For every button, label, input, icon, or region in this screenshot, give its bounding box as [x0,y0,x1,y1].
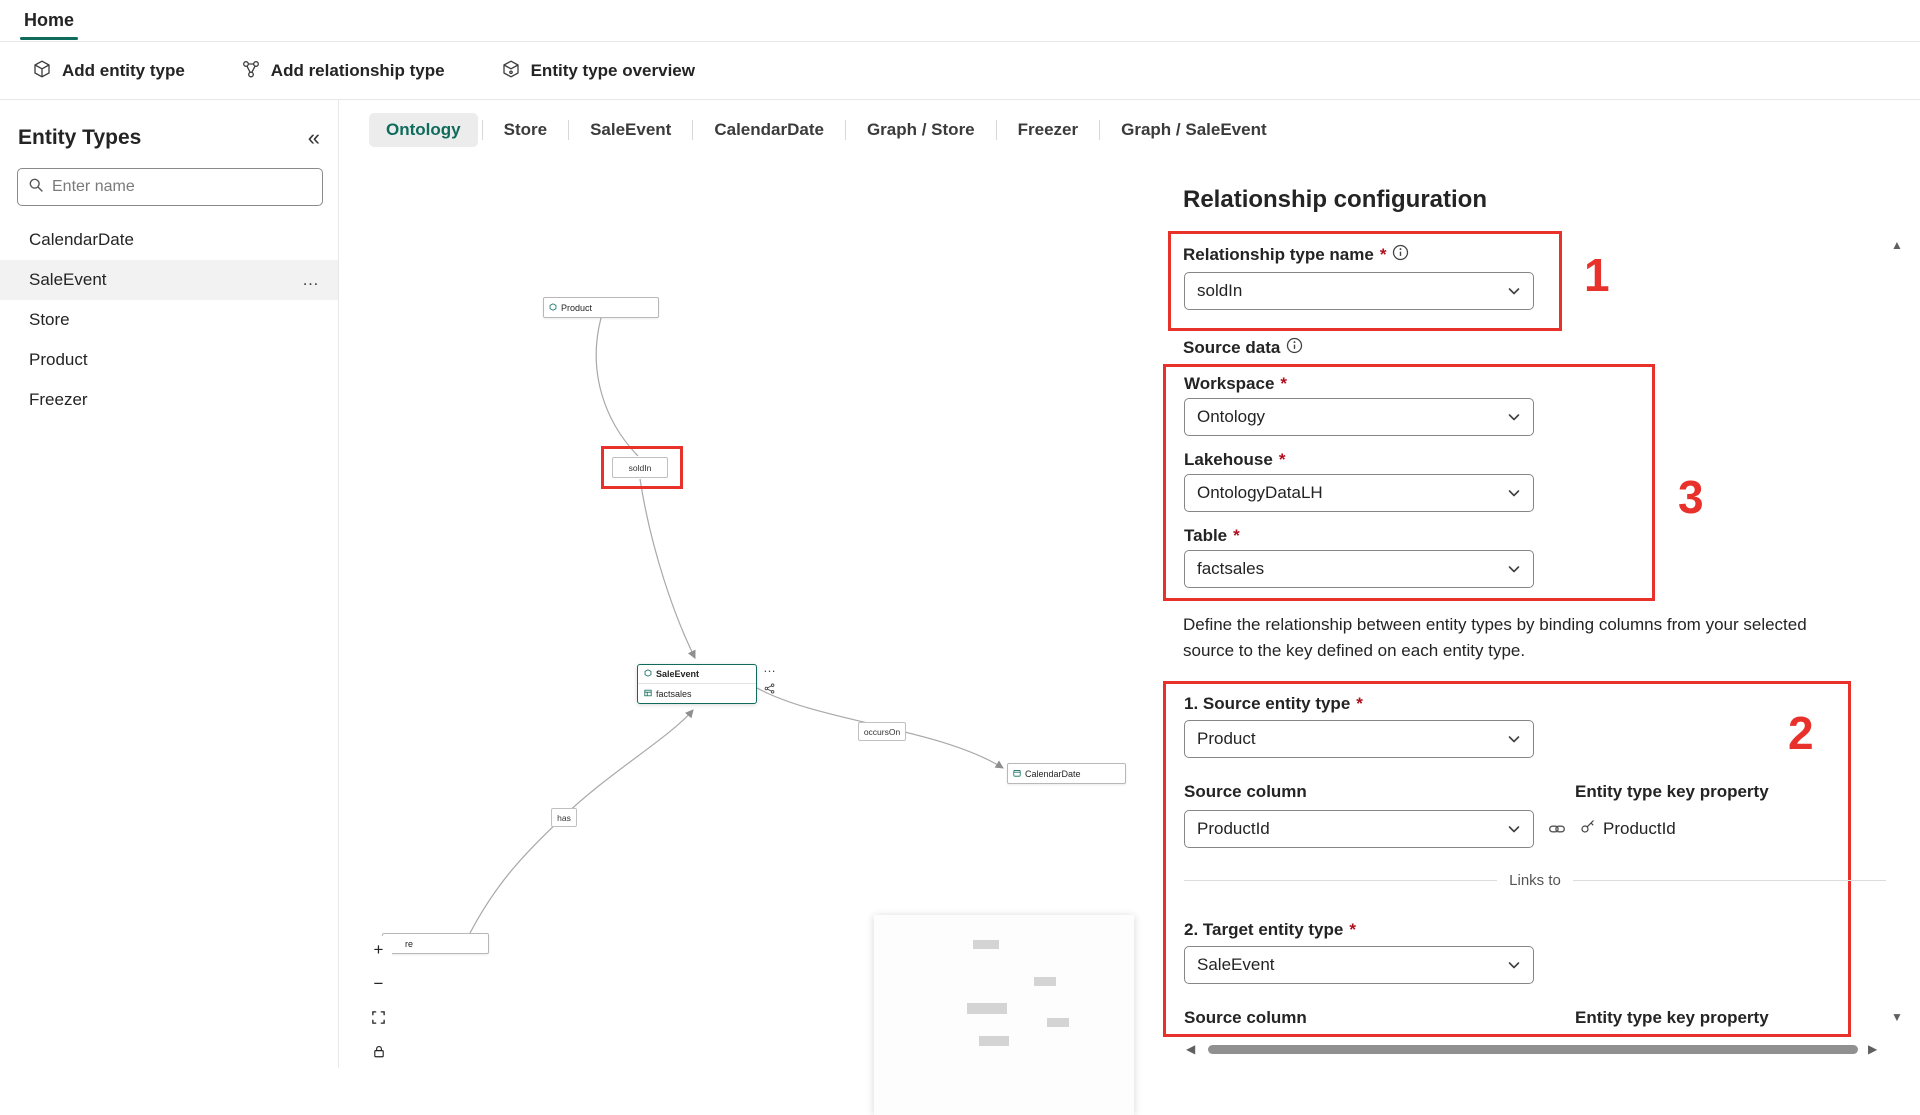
node-actions: … [763,663,776,699]
lakehouse-label: Lakehouse * [1184,450,1285,470]
search-input[interactable] [52,178,312,196]
table-dropdown[interactable]: factsales [1184,550,1534,588]
relationship-icon [241,59,261,84]
tab-graph-store[interactable]: Graph / Store [850,113,992,147]
link-icon [1548,820,1566,843]
minimap-node [979,1036,1009,1046]
node-calendardate[interactable]: CalendarDate [1007,763,1126,784]
source-data-label: Source data [1183,337,1303,359]
node-saleevent[interactable]: SaleEvent factsales [637,664,757,704]
entity-search-box[interactable] [17,168,323,206]
vertical-scroll-down-icon[interactable]: ▼ [1891,1010,1903,1024]
sidebar-item-product[interactable]: Product [0,340,338,380]
document-tabstrip: Ontology Store SaleEvent CalendarDate Gr… [339,100,1920,160]
minimap-node [967,1003,1007,1014]
cube-add-icon [32,59,52,84]
overview-icon [501,59,521,84]
source-entity-type-label: 1. Source entity type * [1184,694,1363,714]
lakehouse-dropdown[interactable]: OntologyDataLH [1184,474,1534,512]
sidebar-item-saleevent[interactable]: SaleEvent … [0,260,338,300]
chevron-down-icon [1507,486,1521,500]
add-relationship-type-button[interactable]: Add relationship type [241,59,445,84]
ribbon-toolbar: Add entity type Add relationship type En… [0,43,1920,100]
node-product[interactable]: Product [543,297,659,318]
entity-type-overview-label: Entity type overview [531,61,695,81]
tab-home[interactable]: Home [20,2,78,39]
source-entity-type-dropdown[interactable]: Product [1184,720,1534,758]
node-more-icon[interactable]: … [763,663,776,673]
minimap-node [1034,977,1056,986]
chevron-down-icon [1507,284,1521,298]
source-column-dropdown[interactable]: ProductId [1184,810,1534,848]
target-entity-type-dropdown[interactable]: SaleEvent [1184,946,1534,984]
more-options-icon[interactable]: … [302,270,320,290]
info-icon[interactable] [1392,244,1409,266]
tab-ontology[interactable]: Ontology [369,113,478,147]
info-icon[interactable] [1286,337,1303,359]
key-property-value: ProductId [1580,818,1676,839]
chevron-down-icon [1507,562,1521,576]
horizontal-scroll-right-icon[interactable]: ▶ [1868,1042,1877,1056]
canvas-minimap[interactable] [874,915,1134,1115]
chevron-down-icon [1507,958,1521,972]
annotation-number-3: 3 [1678,470,1704,524]
entity-type-list: CalendarDate SaleEvent … Store Product F… [0,220,338,420]
tab-saleevent[interactable]: SaleEvent [573,113,688,147]
relationship-type-dropdown[interactable]: soldIn [1184,272,1534,310]
minimap-node [973,940,999,949]
table-label: Table * [1184,526,1240,546]
workspace-label: Workspace * [1184,374,1287,394]
workspace-dropdown[interactable]: Ontology [1184,398,1534,436]
chevron-down-icon [1507,410,1521,424]
search-icon [28,177,44,198]
cube-icon [549,303,557,313]
horizontal-scroll-left-icon[interactable]: ◀ [1186,1042,1195,1056]
zoom-in-button[interactable]: + [365,936,392,963]
vertical-scroll-up-icon[interactable]: ▲ [1891,238,1903,252]
collapse-sidebar-icon[interactable]: « [308,127,320,149]
top-tab-bar: Home [0,0,1920,42]
cube-icon [644,669,652,679]
sidebar-item-calendardate[interactable]: CalendarDate [0,220,338,260]
node-partial[interactable]: re [382,933,489,954]
annotation-number-1: 1 [1584,248,1610,302]
add-relationship-type-label: Add relationship type [271,61,445,81]
source-column-label-2: Source column [1184,1008,1307,1028]
key-property-label: Entity type key property [1575,782,1769,802]
edge-label-soldin[interactable]: soldIn [612,457,668,478]
fit-to-screen-button[interactable] [365,1004,392,1031]
annotation-number-2: 2 [1788,706,1814,760]
table-icon [644,689,652,699]
tab-freezer[interactable]: Freezer [1001,113,1095,147]
tab-store[interactable]: Store [487,113,564,147]
entity-type-overview-button[interactable]: Entity type overview [501,59,695,84]
target-entity-type-label: 2. Target entity type * [1184,920,1356,940]
sidebar-title: Entity Types [18,126,141,150]
relationship-description: Define the relationship between entity t… [1183,612,1861,663]
source-column-label: Source column [1184,782,1307,802]
add-entity-type-button[interactable]: Add entity type [32,59,185,84]
canvas-zoom-controls: + − [365,936,392,1065]
chevron-down-icon [1507,822,1521,836]
relationship-type-name-label: Relationship type name * [1183,244,1409,266]
node-share-icon[interactable] [764,681,775,699]
calendar-icon [1013,769,1021,779]
horizontal-scrollbar-thumb[interactable] [1208,1045,1858,1054]
sidebar-item-freezer[interactable]: Freezer [0,380,338,420]
sidebar-item-store[interactable]: Store [0,300,338,340]
zoom-out-button[interactable]: − [365,970,392,997]
tab-calendardate[interactable]: CalendarDate [697,113,841,147]
links-to-divider: Links to [1184,872,1886,889]
lock-button[interactable] [365,1038,392,1065]
edge-label-occurson[interactable]: occursOn [858,722,906,741]
tab-graph-saleevent[interactable]: Graph / SaleEvent [1104,113,1284,147]
minimap-node [1047,1018,1069,1027]
add-entity-type-label: Add entity type [62,61,185,81]
entity-types-sidebar: Entity Types « CalendarDate SaleEvent … … [0,100,339,1068]
chevron-down-icon [1507,732,1521,746]
panel-title: Relationship configuration [1183,186,1487,214]
key-property-label-2: Entity type key property [1575,1008,1769,1028]
key-icon [1580,818,1596,839]
edge-label-has[interactable]: has [551,808,577,827]
